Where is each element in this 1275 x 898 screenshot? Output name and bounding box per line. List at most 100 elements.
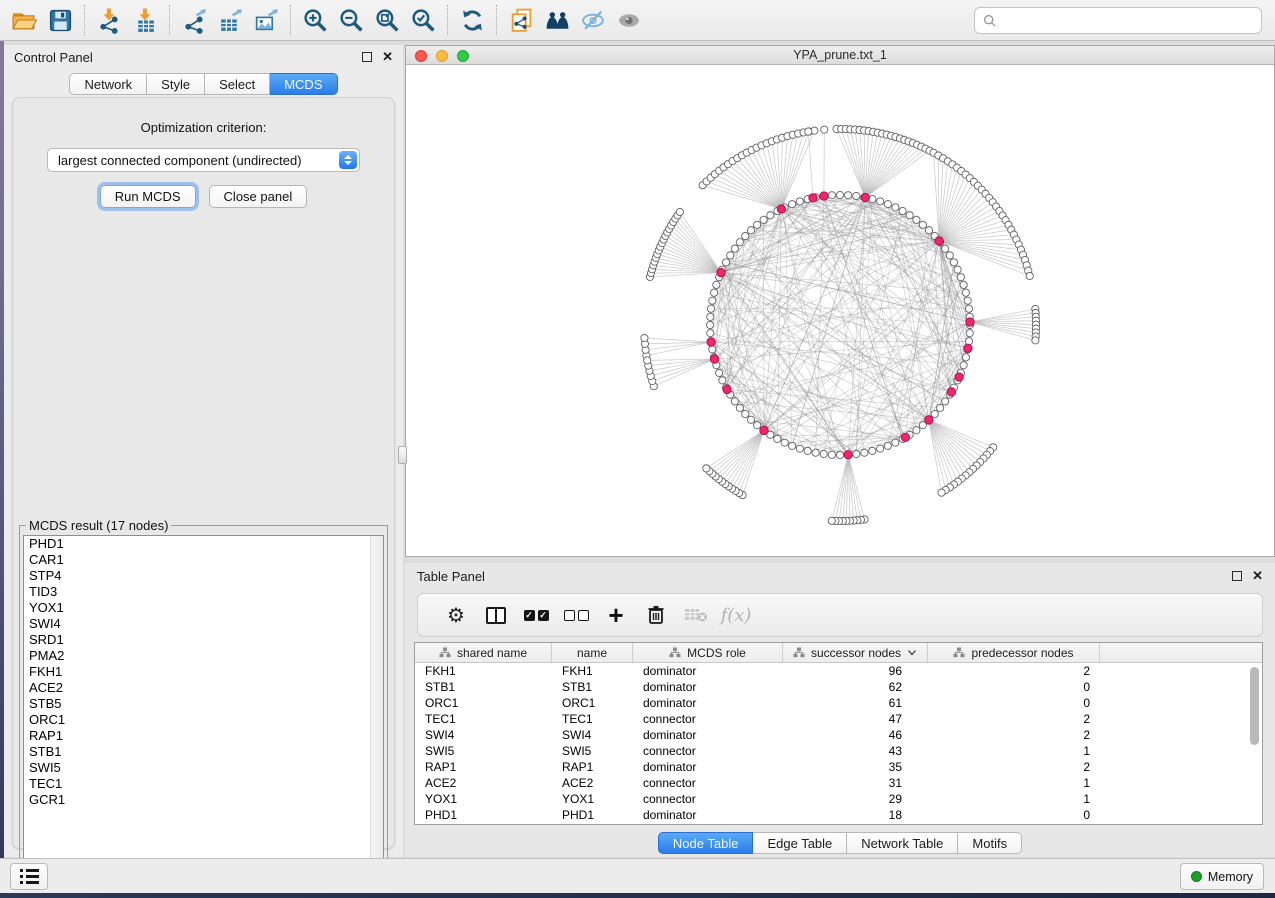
mcds-hub-node[interactable] — [925, 416, 933, 424]
memory-button[interactable]: Memory — [1180, 863, 1264, 890]
mcds-result-item[interactable]: STP4 — [24, 568, 383, 584]
show-hidden-button[interactable] — [611, 3, 647, 37]
graph-node[interactable] — [884, 201, 891, 208]
mcds-hub-node[interactable] — [966, 318, 974, 326]
graph-node[interactable] — [869, 447, 876, 454]
tab-select[interactable]: Select — [205, 73, 270, 95]
graph-node[interactable] — [913, 216, 920, 223]
mcds-hub-node[interactable] — [844, 451, 852, 459]
export-network-button[interactable] — [176, 3, 212, 37]
column-header-successor-nodes[interactable]: successor nodes — [783, 643, 928, 662]
mcds-hub-node[interactable] — [955, 373, 963, 381]
deselect-all-button[interactable] — [556, 597, 596, 633]
graph-node[interactable] — [925, 227, 932, 234]
run-mcds-button[interactable]: Run MCDS — [100, 185, 196, 208]
graph-satellite-node[interactable] — [828, 517, 835, 524]
refresh-view-button[interactable] — [454, 3, 490, 37]
graph-node[interactable] — [946, 252, 953, 259]
table-row[interactable]: ACE2ACE2connector311 — [415, 775, 1262, 791]
graph-node[interactable] — [892, 439, 899, 446]
graph-node[interactable] — [710, 289, 717, 296]
network-canvas[interactable] — [406, 65, 1274, 556]
graph-node[interactable] — [950, 259, 957, 266]
graph-node[interactable] — [899, 207, 906, 214]
hide-selected-button[interactable] — [575, 3, 611, 37]
graph-node[interactable] — [736, 404, 743, 411]
delete-column-button[interactable] — [636, 597, 676, 633]
close-panel-icon[interactable]: ✕ — [382, 52, 393, 62]
tab-network-table[interactable]: Network Table — [847, 832, 958, 854]
graph-node[interactable] — [877, 445, 884, 452]
graph-node[interactable] — [919, 221, 926, 228]
mcds-hub-node[interactable] — [809, 194, 817, 202]
close-window-icon[interactable] — [415, 50, 427, 62]
graph-satellite-node[interactable] — [938, 489, 945, 496]
graph-node[interactable] — [828, 451, 835, 458]
graph-node[interactable] — [742, 410, 749, 417]
zoom-fit-button[interactable] — [369, 3, 405, 37]
mcds-hub-node[interactable] — [723, 385, 731, 393]
graph-node[interactable] — [853, 450, 860, 457]
mcds-result-item[interactable]: ACE2 — [24, 680, 383, 696]
column-header-MCDS-role[interactable]: MCDS role — [633, 643, 783, 662]
graph-satellite-node[interactable] — [1026, 272, 1033, 279]
graph-node[interactable] — [722, 259, 729, 266]
column-header-name[interactable]: name — [552, 643, 633, 662]
maximize-window-icon[interactable] — [457, 50, 469, 62]
graph-node[interactable] — [962, 354, 969, 361]
mcds-hub-node[interactable] — [760, 426, 768, 434]
graph-node[interactable] — [962, 289, 969, 296]
graph-node[interactable] — [774, 435, 781, 442]
birds-eye-view-button[interactable] — [539, 3, 575, 37]
mcds-result-item[interactable]: TID3 — [24, 584, 383, 600]
export-image-button[interactable] — [248, 3, 284, 37]
mcds-hub-node[interactable] — [901, 433, 909, 441]
close-table-panel-icon[interactable]: ✕ — [1252, 571, 1263, 581]
graph-node[interactable] — [965, 305, 972, 312]
graph-node[interactable] — [812, 449, 819, 456]
graph-node[interactable] — [942, 398, 949, 405]
graph-node[interactable] — [713, 281, 720, 288]
zoom-out-button[interactable] — [333, 3, 369, 37]
zoom-selected-button[interactable] — [405, 3, 441, 37]
graph-node[interactable] — [707, 313, 714, 320]
mcds-result-list[interactable]: PHD1CAR1STP4TID3YOX1SWI4SRD1PMA2FKH1ACE2… — [23, 535, 384, 891]
mcds-hub-node[interactable] — [820, 192, 828, 200]
mcds-hub-node[interactable] — [777, 205, 785, 213]
table-row[interactable]: YOX1YOX1connector291 — [415, 791, 1262, 807]
graph-node[interactable] — [731, 245, 738, 252]
table-row[interactable]: FKH1FKH1dominator962 — [415, 663, 1262, 679]
mcds-result-item[interactable]: TEC1 — [24, 776, 383, 792]
mcds-result-item[interactable]: GCR1 — [24, 792, 383, 808]
graph-node[interactable] — [966, 330, 973, 337]
mcds-result-item[interactable]: PMA2 — [24, 648, 383, 664]
mcds-result-item[interactable]: RAP1 — [24, 728, 383, 744]
import-network-button[interactable] — [91, 3, 127, 37]
mcds-hub-node[interactable] — [947, 388, 955, 396]
close-panel-button[interactable]: Close panel — [209, 185, 308, 208]
mcds-hub-node[interactable] — [861, 193, 869, 201]
graph-node[interactable] — [707, 330, 714, 337]
zoom-in-button[interactable] — [297, 3, 333, 37]
graph-node[interactable] — [731, 398, 738, 405]
mcds-result-item[interactable]: SWI4 — [24, 616, 383, 632]
graph-node[interactable] — [836, 451, 843, 458]
search-field[interactable] — [974, 7, 1262, 34]
graph-node[interactable] — [884, 442, 891, 449]
graph-node[interactable] — [960, 281, 967, 288]
column-settings-button[interactable]: ⚙ — [436, 597, 476, 633]
graph-node[interactable] — [707, 305, 714, 312]
table-row[interactable]: RAP1RAP1dominator352 — [415, 759, 1262, 775]
table-scrollbar-thumb[interactable] — [1250, 667, 1259, 745]
graph-satellite-node[interactable] — [676, 208, 683, 215]
graph-node[interactable] — [845, 192, 852, 199]
graph-node[interactable] — [796, 198, 803, 205]
graph-node[interactable] — [719, 377, 726, 384]
graph-node[interactable] — [828, 192, 835, 199]
mcds-result-item[interactable]: PHD1 — [24, 536, 383, 552]
mcds-result-item[interactable]: STB1 — [24, 744, 383, 760]
tab-style[interactable]: Style — [147, 73, 205, 95]
graph-node[interactable] — [820, 450, 827, 457]
export-table-button[interactable] — [212, 3, 248, 37]
split-panel-button[interactable] — [476, 597, 516, 633]
